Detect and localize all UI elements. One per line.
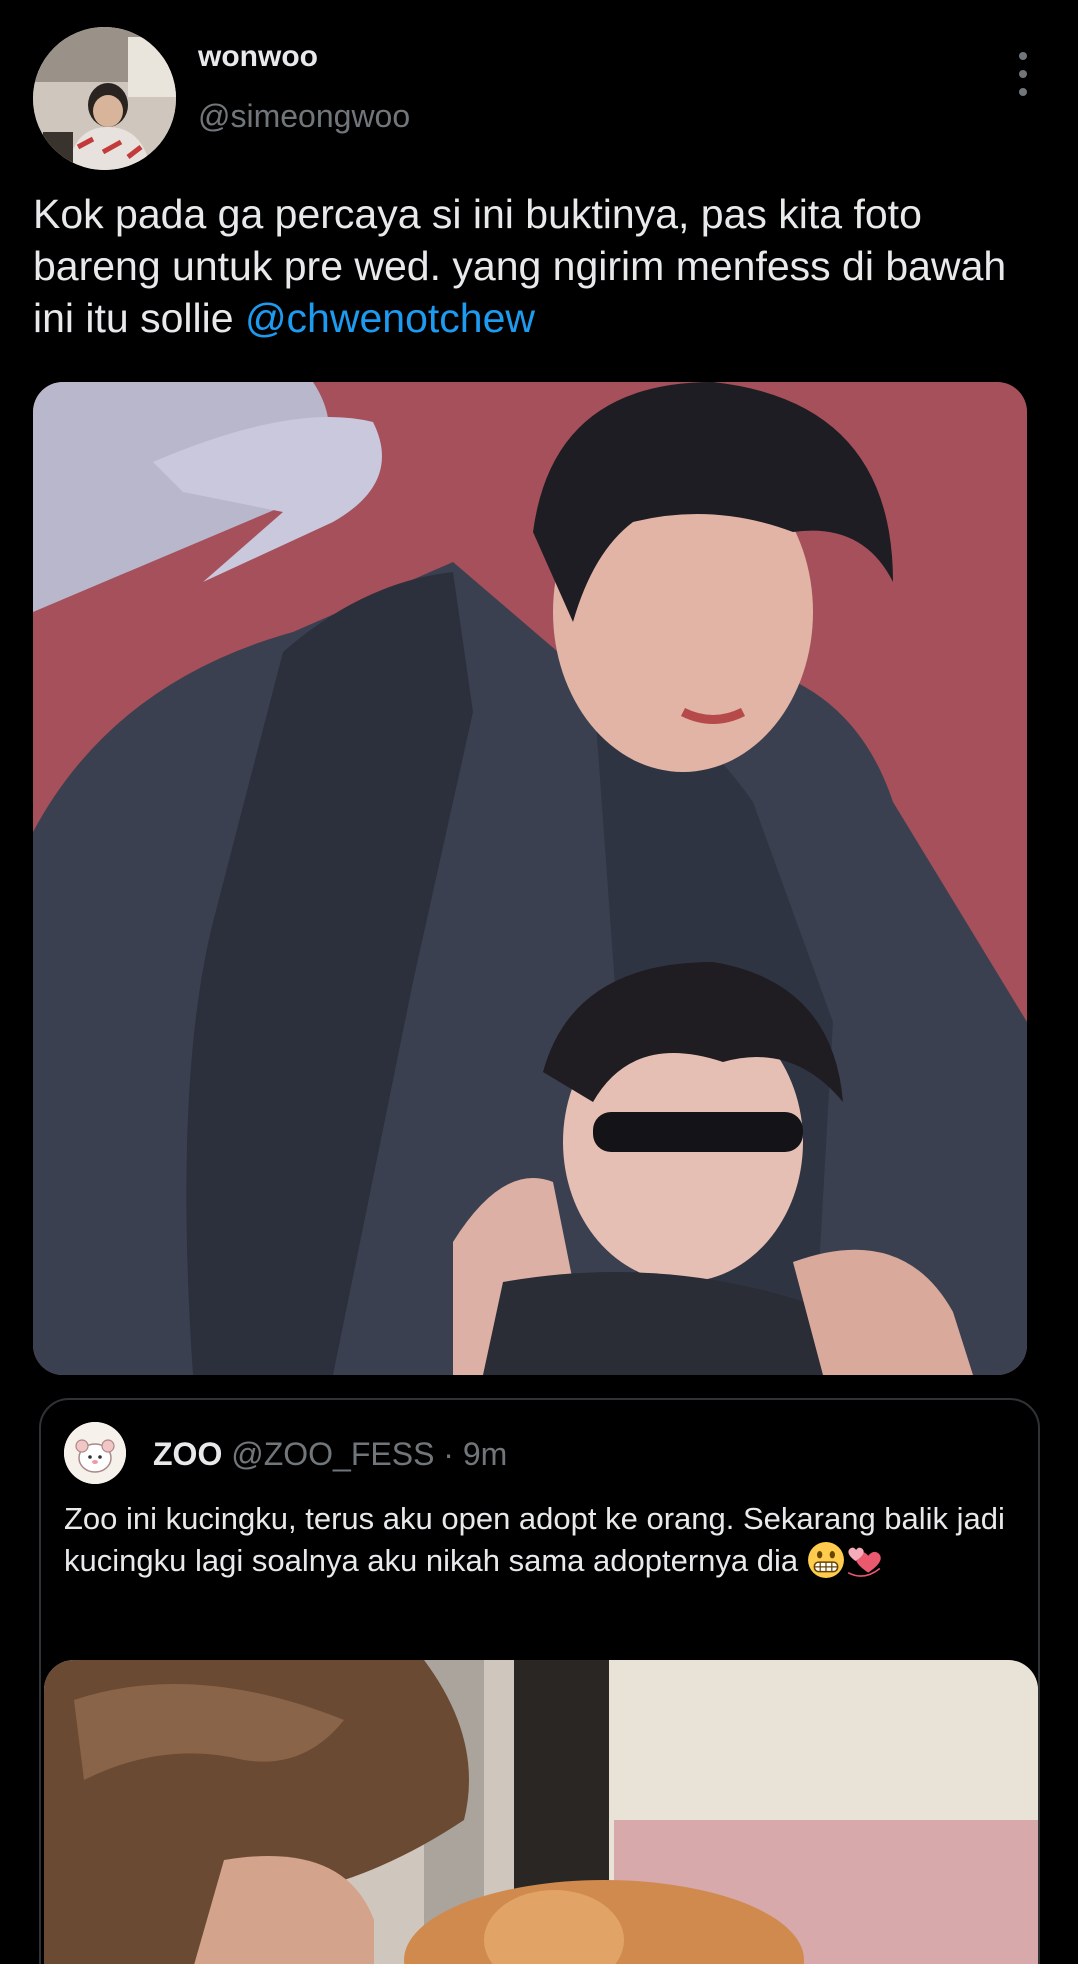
more-options-icon[interactable] [1010,52,1036,96]
photo-person-with-cat [44,1660,1038,1964]
zoo-fess-logo-icon[interactable] [64,1422,126,1484]
quoted-handle[interactable]: @ZOO_FESS [231,1436,434,1472]
quoted-timestamp[interactable]: 9m [463,1436,507,1472]
quoted-tweet-text: Zoo ini kucingku, terus aku open adopt k… [64,1498,1014,1582]
tweet-detail: wonwoo @simeongwoo Kok pada ga percaya s… [0,0,1078,1964]
mention-link[interactable]: @chwenotchew [245,295,535,341]
dot [1019,52,1027,60]
zoo-fess-logo-art [64,1422,126,1484]
tweet-text: Kok pada ga percaya si ini buktinya, pas… [33,188,1043,344]
quoted-tweet-header: ZOO @ZOO_FESS · 9m [153,1436,507,1473]
author-handle[interactable]: @simeongwoo [198,98,410,135]
revolving-hearts-icon [847,1547,881,1577]
quoted-tweet-card[interactable]: ZOO @ZOO_FESS · 9m Zoo ini kucingku, ter… [39,1398,1040,1964]
quoted-separator: · [434,1436,463,1472]
profile-photo [33,27,176,170]
quoted-tweet-photo[interactable] [44,1660,1038,1964]
tweet-photo[interactable] [33,382,1027,1375]
author-display-name[interactable]: wonwoo [198,40,318,74]
photo-two-people [33,382,1027,1375]
grimacing-face-icon [807,1542,844,1578]
quoted-display-name[interactable]: ZOO [153,1436,222,1472]
dot [1019,88,1027,96]
dot [1019,70,1027,78]
author-avatar[interactable] [33,27,176,170]
